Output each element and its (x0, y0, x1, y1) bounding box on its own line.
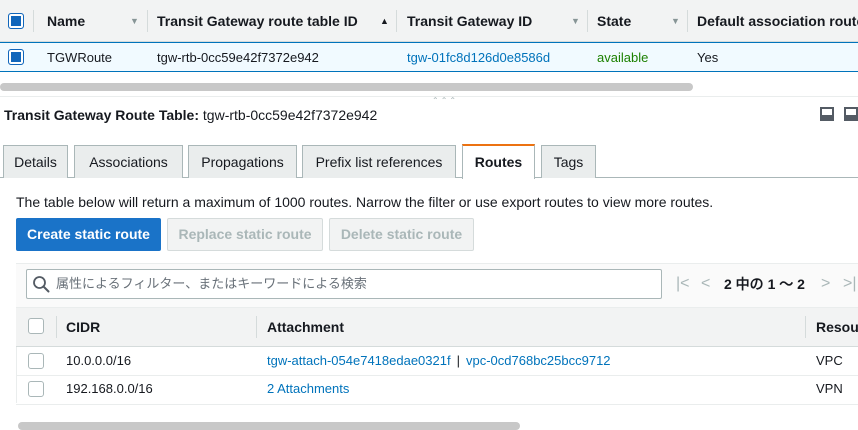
column-header-tgw-id[interactable]: Transit Gateway ID (407, 0, 532, 42)
select-all-checkbox[interactable] (8, 13, 24, 29)
dock-split-icon[interactable] (844, 107, 858, 121)
next-page-icon[interactable]: > (821, 275, 830, 293)
first-page-icon[interactable]: |< (676, 275, 690, 293)
row-checkbox[interactable] (28, 381, 44, 397)
row-checkbox[interactable] (8, 49, 24, 65)
row-default-association: Yes (697, 50, 719, 65)
column-header-name[interactable]: Name (47, 0, 85, 42)
column-header-cidr[interactable]: CIDR (66, 307, 100, 347)
row-route-table-id: tgw-rtb-0cc59e42f7372e942 (157, 50, 319, 65)
pagination-text: 2 中の 1 ～ 2 (724, 276, 805, 292)
tab-propagations[interactable]: Propagations (188, 145, 297, 178)
column-header-state[interactable]: State (597, 0, 631, 42)
column-divider[interactable] (56, 316, 57, 338)
dock-bottom-icon[interactable] (820, 107, 834, 121)
horizontal-scrollbar[interactable] (18, 422, 520, 430)
route-tables-table: Name ▼ Transit Gateway route table ID ▲ … (0, 0, 858, 78)
last-page-icon[interactable]: >| (843, 275, 857, 293)
tab-details[interactable]: Details (3, 145, 68, 178)
tab-routes[interactable]: Routes (462, 144, 535, 179)
route-resource: VPN (816, 381, 843, 396)
tab-prefix-list-references[interactable]: Prefix list references (302, 145, 456, 178)
sort-caret-icon[interactable]: ▼ (130, 0, 139, 42)
panel-title: Transit Gateway Route Table: tgw-rtb-0cc… (4, 106, 377, 124)
detail-tabs: Details Associations Propagations Prefix… (0, 144, 858, 179)
row-checkbox[interactable] (28, 353, 44, 369)
column-divider[interactable] (396, 10, 397, 32)
column-header-resource[interactable]: Resour (816, 307, 858, 347)
panel-divider (0, 96, 858, 97)
search-icon (33, 276, 50, 293)
route-resource: VPC (816, 353, 843, 368)
column-divider[interactable] (587, 10, 588, 32)
tab-associations[interactable]: Associations (74, 145, 183, 178)
routes-table-header (16, 307, 858, 347)
sort-caret-icon[interactable]: ▼ (571, 0, 580, 42)
route-cidr: 192.168.0.0/16 (66, 381, 153, 396)
create-static-route-button[interactable]: Create static route (16, 218, 161, 251)
table-row[interactable]: TGWRoute tgw-rtb-0cc59e42f7372e942 tgw-0… (0, 42, 858, 72)
attachment-link[interactable]: tgw-attach-054e7418edae0321f (267, 353, 451, 368)
column-header-attachment[interactable]: Attachment (267, 307, 344, 347)
column-divider[interactable] (256, 316, 257, 338)
sort-ascending-icon[interactable]: ▲ (380, 0, 389, 42)
previous-page-icon[interactable]: < (701, 275, 710, 293)
column-header-route-table-id[interactable]: Transit Gateway route table ID (157, 0, 358, 42)
route-attachment: tgw-attach-054e7418edae0321f | vpc-0cd768b… (267, 347, 611, 375)
replace-static-route-button[interactable]: Replace static route (167, 218, 323, 251)
routes-info-text: The table below will return a maximum of… (16, 194, 714, 210)
row-name: TGWRoute (47, 50, 113, 65)
column-header-default-association[interactable]: Default association route t (697, 0, 858, 42)
attachments-link[interactable]: 2 Attachments (267, 375, 349, 403)
route-cidr: 10.0.0.0/16 (66, 353, 132, 368)
tab-tags[interactable]: Tags (541, 145, 596, 178)
column-divider[interactable] (805, 316, 806, 338)
attachment-separator: | (456, 353, 460, 368)
search-placeholder: 属性によるフィルター、またはキーワードによる検索 (56, 276, 367, 291)
horizontal-scrollbar[interactable] (0, 83, 693, 91)
delete-static-route-button[interactable]: Delete static route (329, 218, 474, 251)
row-state: available (597, 50, 649, 65)
sort-caret-icon[interactable]: ▼ (671, 0, 680, 42)
resize-handle-icon[interactable]: ⌃⌃⌃ (432, 96, 458, 105)
panel-title-value: tgw-rtb-0cc59e42f7372e942 (202, 107, 378, 123)
row-tgw-id-link[interactable]: tgw-01fc8d126d0e8586d (407, 43, 550, 73)
column-divider[interactable] (687, 10, 688, 32)
panel-title-label: Transit Gateway Route Table: (4, 107, 200, 123)
routes-select-all-checkbox[interactable] (28, 318, 44, 334)
column-divider[interactable] (147, 10, 148, 32)
column-divider[interactable] (33, 10, 34, 32)
vpc-link[interactable]: vpc-0cd768bc25bcc9712 (466, 353, 611, 368)
